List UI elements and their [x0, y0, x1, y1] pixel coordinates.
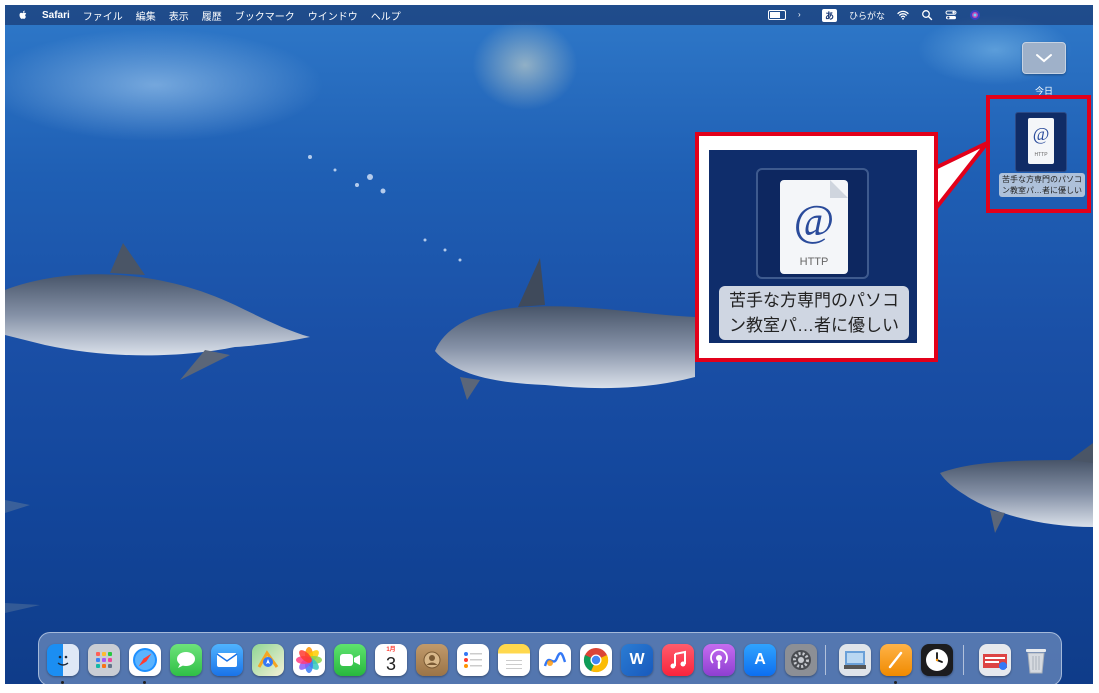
maps-icon[interactable]	[252, 644, 284, 676]
system-settings-icon[interactable]	[785, 644, 817, 676]
clock-icon[interactable]	[921, 644, 953, 676]
safari-running-dot	[143, 681, 146, 684]
menu-bookmarks[interactable]: ブックマーク	[235, 8, 295, 23]
finder-icon[interactable]	[47, 644, 79, 676]
svg-text:@: @	[1033, 124, 1050, 144]
desktop: Safari ファイル 編集 表示 履歴 ブックマーク ウインドウ ヘルプ › …	[5, 5, 1093, 684]
dock-separator	[963, 645, 964, 675]
freeform-icon[interactable]	[539, 644, 571, 676]
apple-icon[interactable]	[17, 9, 29, 21]
callout-file-name: 苦手な方専門のパソコ ン教室パ…者に優しい	[719, 286, 909, 340]
word-letter: W	[629, 651, 645, 668]
menu-file[interactable]: ファイル	[83, 8, 123, 23]
menu-bar: Safari ファイル 編集 表示 履歴 ブックマーク ウインドウ ヘルプ › …	[5, 5, 1093, 25]
callout-name-line2: ン教室パ…者に優しい	[729, 316, 899, 335]
zoom-callout: @ HTTP 苦手な方専門のパソコ ン教室パ…者に優しい	[695, 132, 938, 362]
http-file-icon[interactable]: @ HTTP	[1015, 112, 1067, 172]
callout-http-file-icon: @ HTTP	[756, 168, 869, 279]
chrome-icon[interactable]	[580, 644, 612, 676]
menu-app-name[interactable]: Safari	[42, 10, 70, 21]
callout-content: @ HTTP 苦手な方専門のパソコ ン教室パ…者に優しい	[709, 150, 917, 343]
siri-icon[interactable]	[969, 9, 981, 21]
menu-edit[interactable]: 編集	[136, 8, 156, 23]
input-method-label[interactable]: ひらがな	[849, 9, 885, 22]
dock: 1月 3 W A	[38, 632, 1062, 684]
safari-icon[interactable]	[129, 644, 161, 676]
calendar-month: 1月	[386, 647, 396, 653]
pages-icon[interactable]	[880, 644, 912, 676]
file-name-line1: 苦手な方専門のパソコ	[1002, 175, 1082, 184]
menu-window[interactable]: ウインドウ	[308, 8, 358, 23]
callout-name-line1: 苦手な方専門のパソコ	[729, 291, 899, 310]
downloads-stack-icon[interactable]	[979, 644, 1011, 676]
podcasts-icon[interactable]	[703, 644, 735, 676]
downloads-folder-icon[interactable]	[1022, 42, 1066, 74]
battery-icon[interactable]	[767, 10, 786, 20]
dock-separator	[825, 645, 826, 675]
notes-icon[interactable]	[498, 644, 530, 676]
control-center-icon[interactable]	[945, 9, 957, 21]
app-store-icon[interactable]: A	[744, 644, 776, 676]
trash-icon[interactable]	[1020, 644, 1052, 676]
music-icon[interactable]	[662, 644, 694, 676]
photos-icon[interactable]	[293, 644, 325, 676]
facetime-icon[interactable]	[334, 644, 366, 676]
svg-text:@: @	[794, 196, 835, 245]
callout-icon-text: HTTP	[799, 256, 829, 268]
calendar-icon[interactable]: 1月 3	[375, 644, 407, 676]
file-icon-text: HTTP	[1034, 152, 1048, 158]
calendar-day: 3	[385, 654, 396, 674]
mail-icon[interactable]	[211, 644, 243, 676]
input-method-badge[interactable]: あ	[821, 8, 837, 22]
finder-running-dot	[61, 681, 64, 684]
pages-running-dot	[894, 681, 897, 684]
word-icon[interactable]: W	[621, 644, 653, 676]
appstore-letter: A	[754, 651, 766, 668]
file-name-line2: ン教室パ…者に優しい	[1002, 186, 1082, 195]
messages-icon[interactable]	[170, 644, 202, 676]
menu-history[interactable]: 履歴	[202, 8, 222, 23]
menu-view[interactable]: 表示	[169, 8, 189, 23]
launchpad-icon[interactable]	[88, 644, 120, 676]
contacts-icon[interactable]	[416, 644, 448, 676]
wifi-icon[interactable]	[897, 9, 909, 21]
preview-icon[interactable]	[839, 644, 871, 676]
reminders-icon[interactable]	[457, 644, 489, 676]
menu-help[interactable]: ヘルプ	[371, 8, 401, 23]
chevron-right-icon: ›	[797, 10, 801, 19]
search-icon[interactable]	[921, 9, 933, 21]
file-name-label[interactable]: 苦手な方専門のパソコ ン教室パ…者に優しい	[999, 173, 1085, 197]
